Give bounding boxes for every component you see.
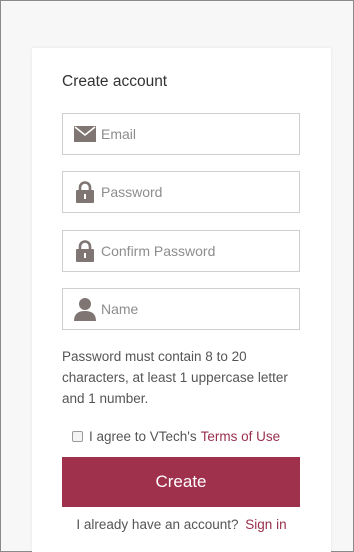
terms-of-use-link[interactable]: Terms of Use (201, 429, 281, 444)
email-field[interactable] (62, 113, 300, 155)
signin-row: I already have an account? Sign in (32, 517, 331, 532)
terms-agreement: I agree to VTech's Terms of Use (72, 429, 280, 444)
signin-text: I already have an account? (76, 517, 239, 532)
name-input[interactable] (101, 301, 281, 317)
email-input[interactable] (101, 126, 281, 142)
agree-checkbox[interactable] (72, 431, 83, 442)
lock-icon (73, 240, 97, 262)
password-input[interactable] (101, 184, 281, 200)
password-field[interactable] (62, 171, 300, 213)
confirm-password-input[interactable] (101, 243, 281, 259)
agree-text: I agree to VTech's (89, 429, 197, 444)
form-title: Create account (62, 73, 168, 90)
password-hint: Password must contain 8 to 20 characters… (62, 349, 288, 406)
envelope-icon (73, 123, 97, 145)
create-account-card: Create account Email Name Password must … (32, 48, 331, 552)
create-button[interactable]: Create (62, 457, 300, 507)
user-icon (73, 298, 97, 321)
name-field[interactable] (62, 288, 300, 330)
sign-in-link[interactable]: Sign in (245, 517, 286, 532)
lock-icon (73, 181, 97, 203)
confirm-password-field[interactable] (62, 230, 300, 272)
